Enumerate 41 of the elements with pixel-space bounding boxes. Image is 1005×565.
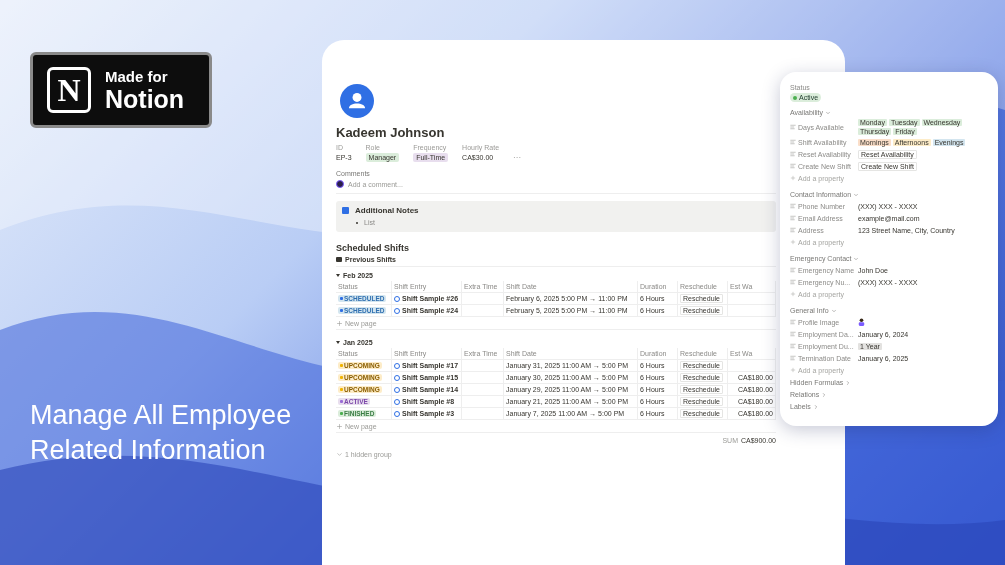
user-avatar-icon <box>340 84 374 118</box>
badge-title: Notion <box>105 84 185 113</box>
callout-title: Additional Notes <box>355 206 419 215</box>
note-icon <box>342 207 349 214</box>
chevron-icon <box>830 307 837 314</box>
table-icon <box>336 257 342 262</box>
chevron-icon <box>336 451 343 458</box>
lines-icon <box>790 279 796 285</box>
toggle-icon[interactable] <box>336 340 340 344</box>
chevron-icon <box>824 109 831 116</box>
badge-caption: Made for <box>105 67 169 85</box>
plus-icon <box>336 422 343 430</box>
lines-icon <box>790 163 796 169</box>
plus-icon <box>336 319 343 327</box>
lines-icon <box>790 203 796 209</box>
lines-icon <box>790 331 796 337</box>
chevron-icon <box>853 255 860 262</box>
person-icon <box>858 318 865 326</box>
chevron-icon <box>845 379 852 386</box>
section-title: Scheduled Shifts <box>336 243 409 253</box>
plus-icon <box>790 291 796 297</box>
more-button[interactable]: ··· <box>513 153 522 162</box>
lines-icon <box>790 343 796 349</box>
lines-icon <box>790 227 796 233</box>
chevron-icon <box>853 191 860 198</box>
lines-icon <box>790 151 796 157</box>
user-avatar-icon <box>336 180 344 188</box>
lines-icon <box>790 215 796 221</box>
notion-logo: N <box>47 67 91 113</box>
plus-icon <box>790 175 796 181</box>
plus-icon <box>790 239 796 245</box>
page-title: Kadeem Johnson <box>336 125 445 140</box>
lines-icon <box>790 355 796 361</box>
status-dot-icon <box>793 95 797 100</box>
lines-icon <box>790 124 796 130</box>
lines-icon <box>790 139 796 145</box>
lines-icon <box>790 267 796 273</box>
lines-icon <box>790 319 796 325</box>
headline: Manage All Employee Related Information <box>30 399 293 467</box>
toggle-icon[interactable] <box>336 273 340 277</box>
plus-icon <box>790 367 796 373</box>
